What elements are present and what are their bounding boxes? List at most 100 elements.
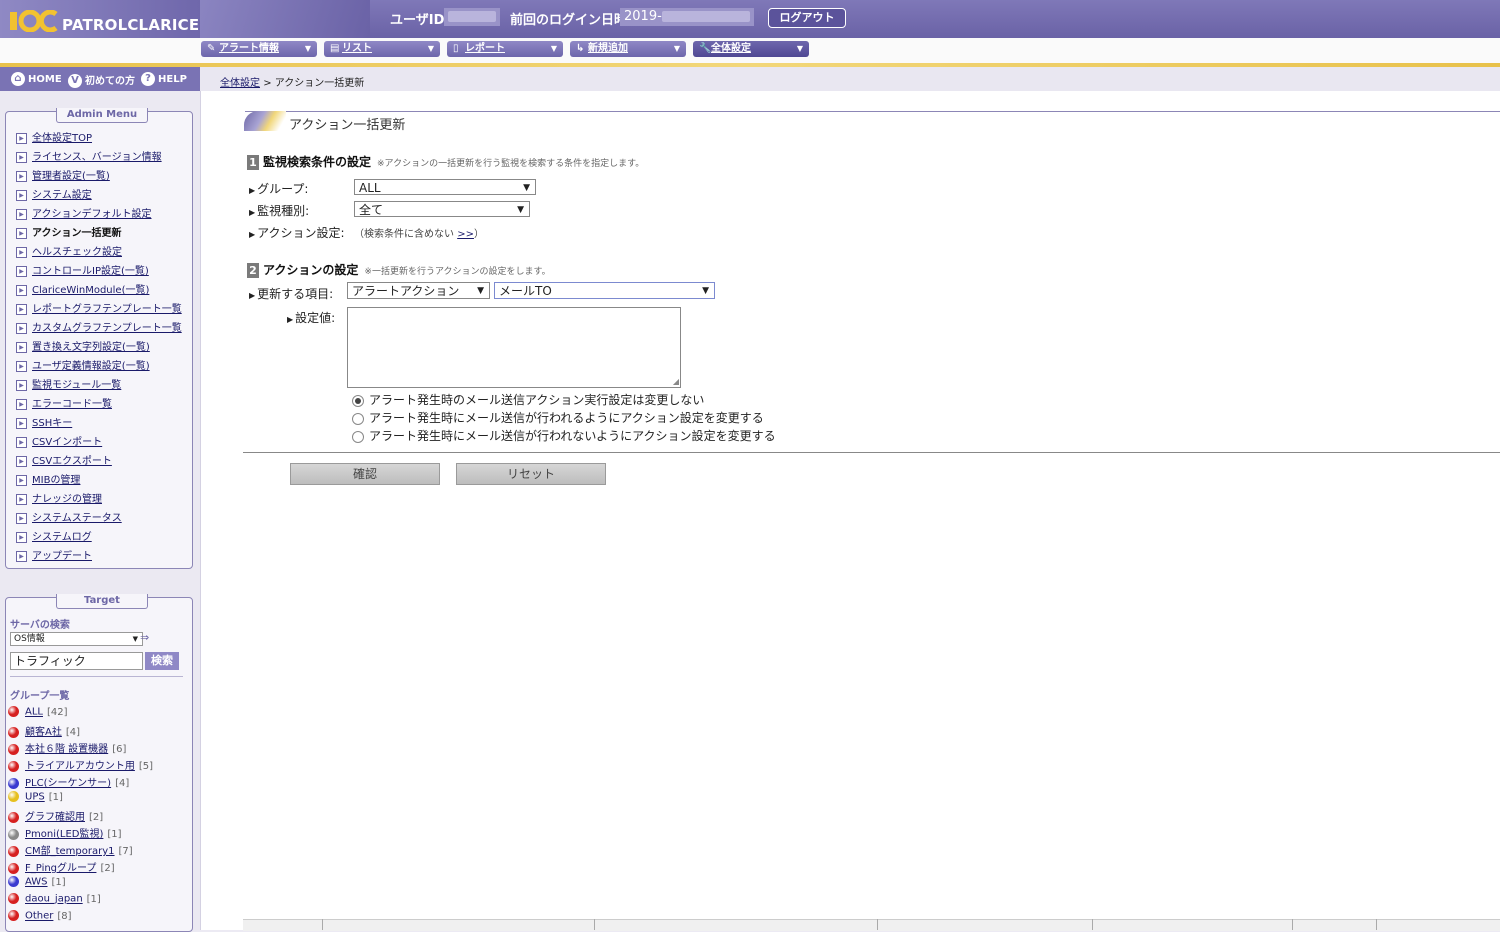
expand-link[interactable]: >>	[457, 229, 474, 240]
first-time-link[interactable]: V 初めての方	[68, 72, 135, 88]
step1-number: 1	[247, 155, 259, 170]
admin-menu-item[interactable]: ▶ CSVインポート	[16, 433, 102, 448]
menu-new[interactable]: ↳ 新規追加 ▼	[570, 41, 686, 57]
search-button[interactable]: 検索	[145, 652, 179, 670]
group-list-label: グループ一覧	[10, 691, 70, 702]
group-count: [1]	[51, 876, 66, 888]
search-input[interactable]: トラフィック	[10, 652, 143, 670]
menu-global-settings[interactable]: 🔧全体設定 ▼	[693, 41, 809, 57]
radio-no-change[interactable]: アラート発生時のメール送信アクション実行設定は変更しない	[352, 391, 704, 408]
group-count: [8]	[57, 910, 72, 922]
breadcrumb-bar	[200, 67, 1500, 91]
admin-menu-item[interactable]: ▶ システム設定	[16, 186, 92, 201]
header-bar: PATROLCLARICE ユーザID 前回のログイン日時 2019- ログアウ…	[0, 0, 1500, 38]
resize-handle-icon[interactable]: ◢	[673, 377, 679, 386]
breadcrumb-parent[interactable]: 全体設定	[220, 78, 260, 89]
group-name[interactable]: グラフ確認用	[25, 812, 85, 823]
radio-button[interactable]	[352, 394, 364, 407]
group-list-item[interactable]: Other [8]	[8, 910, 72, 922]
status-dot-icon	[8, 862, 19, 874]
admin-menu-item[interactable]: ▶ ClariceWinModule(一覧)	[16, 281, 149, 296]
admin-menu-item[interactable]: ▶ カスタムグラフテンプレート一覧	[16, 319, 182, 334]
confirm-button[interactable]: 確認	[290, 463, 440, 485]
admin-menu-item[interactable]: ▶ コントロールIP設定(一覧)	[16, 262, 149, 277]
logo-mark-icon	[10, 10, 58, 32]
group-select[interactable]: ALL ▼	[354, 179, 536, 195]
group-list-item[interactable]: UPS [1]	[8, 791, 63, 803]
admin-menu-item[interactable]: ▶ ユーザ定義情報設定(一覧)	[16, 357, 150, 372]
admin-menu-item[interactable]: ▶ CSVエクスポート	[16, 452, 112, 467]
group-name[interactable]: Other	[25, 911, 53, 922]
group-name[interactable]: F_Pingグループ	[25, 863, 96, 874]
radio-disable-mail[interactable]: アラート発生時にメール送信が行われないようにアクション設定を変更する	[352, 427, 776, 444]
group-name[interactable]: AWS	[25, 877, 48, 888]
admin-menu-item[interactable]: ▶ システムログ	[16, 528, 92, 543]
group-list-item[interactable]: トライアルアカウント用 [5]	[8, 757, 153, 772]
menu-list[interactable]: ▤ リスト ▼	[324, 41, 440, 57]
toolbar-separator	[1292, 919, 1293, 930]
bullet-arrow-icon: ▶	[16, 208, 27, 220]
menu-report[interactable]: ▯ レポート ▼	[447, 41, 563, 57]
admin-menu-item[interactable]: ▶ システムステータス	[16, 509, 122, 524]
admin-menu-item[interactable]: ▶ レポートグラフテンプレート一覧	[16, 300, 182, 315]
group-name[interactable]: UPS	[25, 792, 45, 803]
search-type-select[interactable]: OS情報 ▼	[10, 632, 143, 646]
admin-menu-item[interactable]: ▶ エラーコード一覧	[16, 395, 112, 410]
admin-menu-item[interactable]: ▶ アクション一括更新	[16, 224, 122, 239]
group-name[interactable]: PLC(シーケンサー)	[25, 778, 111, 789]
step1-heading: 1 監視検索条件の設定 ※アクションの一括更新を行う監視を検索する条件を指定します。	[247, 153, 644, 170]
group-list-item[interactable]: PLC(シーケンサー) [4]	[8, 774, 129, 789]
update-item-select[interactable]: アラートアクション ▼	[347, 282, 490, 299]
bullet-arrow-icon: ▶	[16, 189, 27, 201]
group-list-item[interactable]: 本社６階 設置機器 [6]	[8, 740, 126, 755]
status-dot-icon	[8, 706, 19, 717]
group-name[interactable]: トライアルアカウント用	[25, 761, 135, 772]
group-list-item[interactable]: グラフ確認用 [2]	[8, 808, 103, 823]
help-link[interactable]: ? HELP	[141, 72, 187, 86]
home-link[interactable]: ⌂ HOME	[11, 72, 62, 86]
group-list-item[interactable]: CM部_temporary1 [7]	[8, 842, 133, 857]
admin-menu-item[interactable]: ▶ ナレッジの管理	[16, 490, 102, 505]
group-list-item[interactable]: 顧客A社 [4]	[8, 723, 80, 738]
admin-menu-item[interactable]: ▶ MIBの管理	[16, 471, 80, 486]
group-name[interactable]: CM部_temporary1	[25, 846, 115, 857]
breadcrumb: 全体設定 > アクション一括更新	[220, 78, 365, 89]
bullet-arrow-icon: ▶	[16, 227, 27, 239]
group-list-item[interactable]: daou_japan [1]	[8, 893, 101, 905]
menu-alert-info[interactable]: ✎ アラート情報 ▼	[201, 41, 317, 57]
admin-menu-item[interactable]: ▶ ライセンス、バージョン情報	[16, 148, 162, 163]
status-dot-icon	[8, 910, 19, 921]
status-dot-icon	[8, 811, 19, 823]
triangle-right-icon: ▶	[249, 186, 256, 195]
group-name[interactable]: daou_japan	[25, 894, 83, 905]
group-name[interactable]: Pmoni(LED監視)	[25, 829, 103, 840]
setting-value-textarea[interactable]: ◢	[347, 307, 681, 388]
logout-button[interactable]: ログアウト	[768, 8, 846, 28]
admin-menu-item[interactable]: ▶ アップデート	[16, 547, 92, 562]
last-login-value: 2019-	[620, 8, 754, 26]
group-list-item[interactable]: ALL [42]	[8, 706, 68, 718]
admin-menu-item[interactable]: ▶ 管理者設定(一覧)	[16, 167, 110, 182]
group-name[interactable]: ALL	[25, 707, 43, 718]
radio-button[interactable]	[352, 430, 364, 443]
group-list-item[interactable]: AWS [1]	[8, 876, 66, 888]
group-list-item[interactable]: Pmoni(LED監視) [1]	[8, 825, 122, 840]
wrench-icon: 🔧	[699, 43, 712, 54]
admin-menu-item[interactable]: ▶ 置き換え文字列設定(一覧)	[16, 338, 150, 353]
update-subitem-select[interactable]: メールTO ▼	[494, 282, 715, 299]
admin-menu-item[interactable]: ▶ 全体設定TOP	[16, 129, 92, 144]
admin-menu-item[interactable]: ▶ SSHキー	[16, 414, 72, 429]
admin-menu-item[interactable]: ▶ アクションデフォルト設定	[16, 205, 152, 220]
logo[interactable]: PATROLCLARICE	[0, 0, 200, 38]
reset-button[interactable]: リセット	[456, 463, 606, 485]
radio-enable-mail[interactable]: アラート発生時にメール送信が行われるようにアクション設定を変更する	[352, 409, 764, 426]
group-name[interactable]: 顧客A社	[25, 727, 62, 738]
radio-button[interactable]	[352, 412, 364, 425]
admin-menu-item[interactable]: ▶ ヘルスチェック設定	[16, 243, 122, 258]
monitor-type-select[interactable]: 全て ▼	[354, 201, 530, 217]
bullet-arrow-icon: ▶	[16, 151, 27, 163]
group-name[interactable]: 本社６階 設置機器	[25, 744, 108, 755]
group-list-item[interactable]: F_Pingグループ [2]	[8, 859, 115, 874]
admin-menu-item[interactable]: ▶ 監視モジュール一覧	[16, 376, 121, 391]
bullet-arrow-icon: ▶	[16, 303, 27, 315]
